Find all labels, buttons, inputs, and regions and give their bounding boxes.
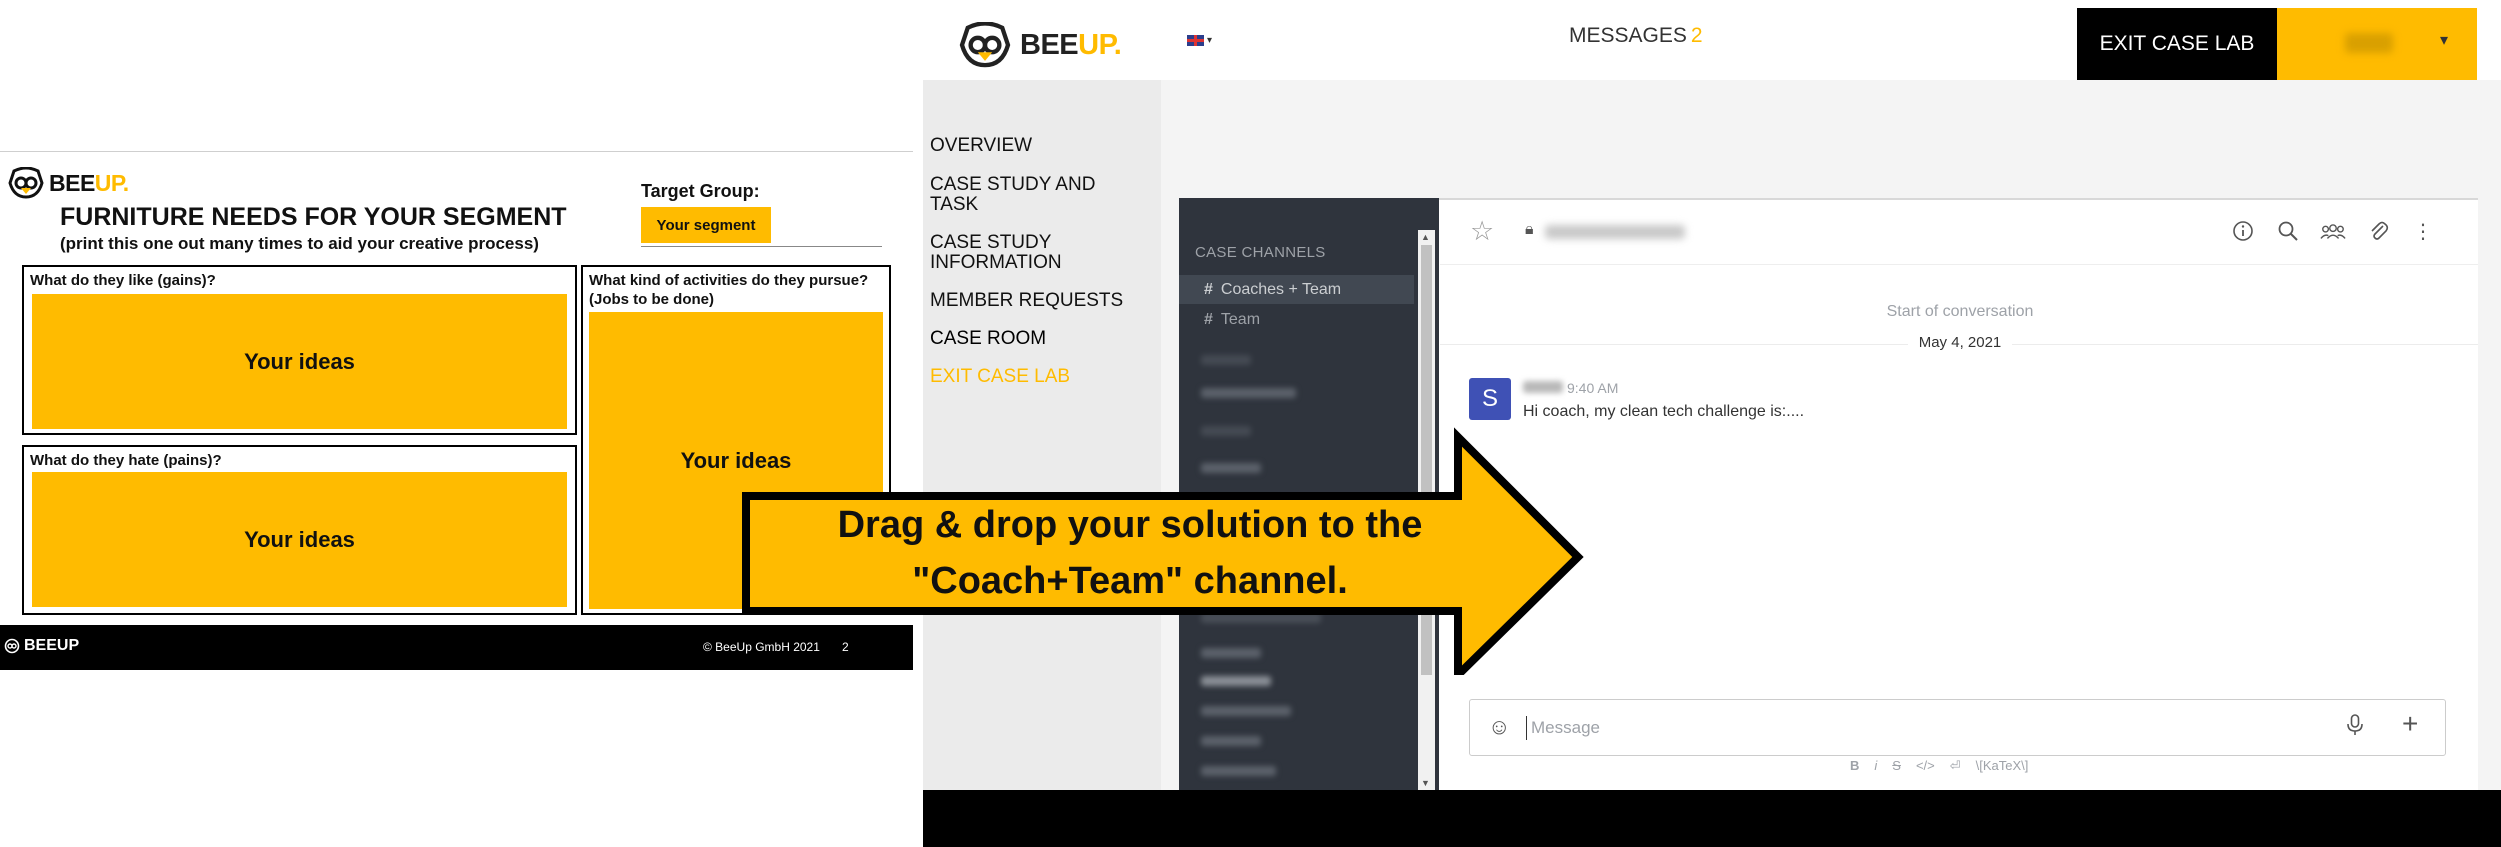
strike-button[interactable]: S [1892, 758, 1901, 774]
footer-logo: BEEUP [4, 637, 79, 655]
worksheet-top-divider [0, 151, 913, 152]
author-name-redacted[interactable] [1523, 381, 1563, 393]
room-header: ☆ 🔒︎ ⋮ [1440, 200, 2478, 265]
app-logo-text: BEEUP. [1020, 28, 1122, 61]
redacted-channel[interactable] [1201, 706, 1291, 716]
hash-icon: # [1204, 280, 1213, 298]
bold-button[interactable]: B [1850, 758, 1859, 774]
user-name-redacted [2345, 33, 2393, 53]
gains-label: What do they like (gains)? [30, 272, 216, 289]
conversation-start-label: Start of conversation [1886, 303, 2034, 320]
pains-label: What do they hate (pains)? [30, 452, 222, 469]
katex-button[interactable]: \[KaTeX\] [1976, 758, 2029, 774]
kebab-menu-icon[interactable]: ⋮ [2410, 218, 2436, 244]
attachment-icon[interactable] [2365, 218, 2391, 244]
pains-ideas-area: Your ideas [32, 472, 567, 607]
pains-box: What do they hate (pains)? Your ideas [22, 445, 577, 615]
microphone-icon[interactable] [2346, 714, 2364, 742]
emoji-icon[interactable]: ☺ [1488, 714, 1510, 740]
instruction-text: Drag & drop your solution to the "Coach+T… [837, 504, 1423, 602]
star-icon[interactable]: ☆ [1470, 216, 1494, 247]
redacted-section [1201, 355, 1251, 365]
nav-member-requests[interactable]: MEMBER REQUESTS [930, 291, 1123, 311]
channel-coaches-team[interactable]: # Coaches + Team [1179, 275, 1414, 304]
search-icon[interactable] [2275, 218, 2301, 244]
scroll-up-icon[interactable]: ▲ [1421, 232, 1430, 242]
worksheet-logo-text: BEEUP. [49, 169, 129, 196]
multiline-button[interactable]: ⏎ [1950, 758, 1961, 774]
language-selector[interactable]: ▾ [1187, 35, 1212, 46]
bee-logo-icon [959, 22, 1011, 68]
hash-icon: # [1204, 310, 1213, 328]
message-composer: ☺ + [1469, 699, 2446, 756]
bee-logo-icon [8, 167, 44, 199]
avatar[interactable]: S [1469, 378, 1511, 420]
nav-overview[interactable]: OVERVIEW [930, 136, 1032, 156]
room-name-redacted [1545, 225, 1685, 239]
channels-header: CASE CHANNELS [1195, 244, 1326, 261]
flag-uk-icon [1187, 35, 1204, 46]
date-divider-label: May 4, 2021 [1908, 334, 2012, 351]
scroll-down-icon[interactable]: ▼ [1421, 778, 1430, 788]
segment-tag: Your segment [641, 207, 771, 243]
chevron-down-icon: ▾ [1207, 35, 1213, 46]
worksheet-logo: BEEUP. [8, 167, 129, 199]
worksheet-subtitle: (print this one out many times to aid yo… [60, 234, 539, 253]
segment-underline [641, 246, 882, 247]
messages-link[interactable]: MESSAGES 2 [1569, 24, 1703, 48]
redacted-channel[interactable] [1201, 388, 1296, 398]
chevron-down-icon: ▾ [2440, 32, 2449, 49]
formatting-toolbar: B i S </> ⏎ \[KaTeX\] [1850, 758, 2028, 774]
worksheet-title: FURNITURE NEEDS FOR YOUR SEGMENT [60, 203, 567, 231]
messages-count-badge: 2 [1690, 24, 1703, 47]
nav-exit-case-lab[interactable]: EXIT CASE LAB [930, 367, 1070, 387]
message-input[interactable] [1526, 716, 2326, 740]
redacted-channel[interactable] [1201, 676, 1271, 686]
nav-case-study-and-task[interactable]: CASE STUDY AND TASK [930, 175, 1095, 215]
redacted-channel[interactable] [1201, 736, 1261, 746]
plus-icon[interactable]: + [2402, 708, 2418, 740]
nav-case-study-information[interactable]: CASE STUDY INFORMATION [930, 233, 1062, 273]
jobs-label: What kind of activities do they pursue?(… [589, 272, 869, 308]
app-logo[interactable]: BEEUP. [958, 22, 1122, 68]
nav-case-room[interactable]: CASE ROOM [930, 329, 1046, 349]
italic-button[interactable]: i [1874, 758, 1877, 774]
code-button[interactable]: </> [1916, 758, 1935, 774]
bee-logo-icon [4, 638, 20, 654]
message-timestamp: 9:40 AM [1567, 380, 1619, 396]
channel-team[interactable]: # Team [1179, 305, 1414, 334]
gains-box: What do they like (gains)? Your ideas [22, 265, 577, 435]
bottom-black-bar [923, 790, 2501, 847]
lock-icon: 🔒︎ [1525, 221, 1534, 238]
user-menu-button[interactable]: ▾ [2277, 8, 2477, 80]
gains-ideas-area: Your ideas [32, 294, 567, 429]
redacted-channel[interactable] [1201, 766, 1276, 776]
message-text: Hi coach, my clean tech challenge is:...… [1523, 403, 1805, 420]
target-group-label: Target Group: [641, 181, 760, 201]
exit-case-lab-button[interactable]: EXIT CASE LAB [2077, 8, 2277, 80]
members-icon[interactable] [2320, 218, 2346, 244]
info-icon[interactable] [2230, 218, 2256, 244]
